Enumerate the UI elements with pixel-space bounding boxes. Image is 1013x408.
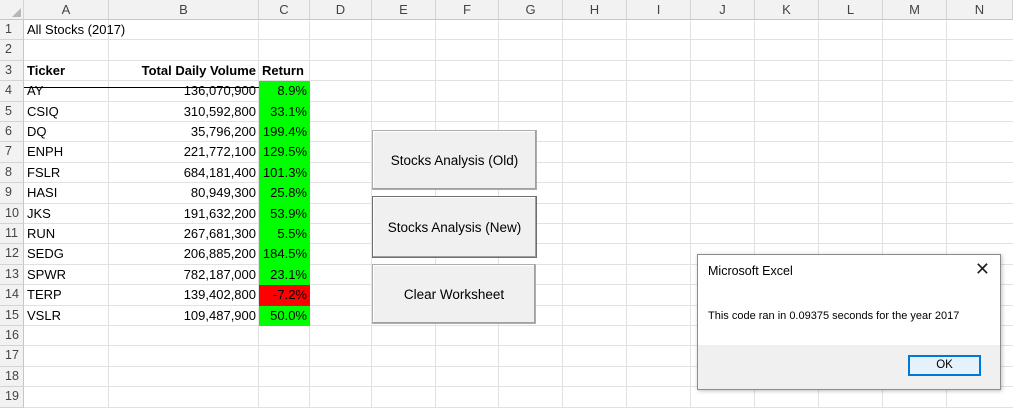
gridline-v (562, 20, 563, 408)
row-header-12[interactable]: 12 (0, 244, 24, 265)
cell-volume[interactable]: 221,772,100 (109, 142, 259, 162)
cell-ticker[interactable]: AY (24, 81, 109, 101)
row-header-17[interactable]: 17 (0, 346, 24, 367)
dialog-message: This code ran in 0.09375 seconds for the… (708, 310, 960, 322)
cell-volume[interactable]: 35,796,200 (109, 122, 259, 142)
cell-volume[interactable]: 136,070,900 (109, 81, 259, 101)
close-icon[interactable]: ✕ (975, 259, 990, 281)
cell-volume[interactable]: 684,181,400 (109, 163, 259, 183)
cell-return[interactable]: 184.5% (259, 244, 310, 265)
cell-return[interactable]: 50.0% (259, 305, 310, 326)
column-header-l[interactable]: L (819, 0, 883, 20)
cell-ticker[interactable]: CSIQ (24, 102, 109, 122)
stocks-analysis-new-button[interactable]: Stocks Analysis (New) (372, 196, 537, 258)
column-header-n[interactable]: N (947, 0, 1013, 20)
row-header-1[interactable]: 1 (0, 20, 24, 41)
cell-ticker[interactable]: ENPH (24, 142, 109, 162)
stocks-analysis-old-label: Stocks Analysis (Old) (390, 153, 519, 168)
cell-volume[interactable]: 782,187,000 (109, 265, 259, 285)
column-header-b[interactable]: B (109, 0, 259, 20)
gridline-v (626, 20, 627, 408)
cell-ticker[interactable]: SEDG (24, 244, 109, 264)
column-header-a[interactable]: A (24, 0, 109, 20)
cell-header-volume[interactable]: Total Daily Volume (99, 61, 259, 81)
cell-return[interactable]: 23.1% (259, 264, 310, 286)
column-header-d[interactable]: D (310, 0, 372, 20)
gridline-v (690, 20, 691, 408)
cell-ticker[interactable]: SPWR (24, 265, 109, 285)
cell-volume[interactable]: 139,402,800 (109, 285, 259, 305)
row-header-18[interactable]: 18 (0, 366, 24, 388)
row-header-11[interactable]: 11 (0, 224, 24, 245)
cell-return[interactable]: 25.8% (259, 183, 310, 204)
cell-header-ticker[interactable]: Ticker (24, 61, 109, 81)
ok-button[interactable]: OK (908, 355, 981, 376)
clear-worksheet-button[interactable]: Clear Worksheet (372, 264, 536, 324)
cell-ticker[interactable]: DQ (24, 122, 109, 142)
cell-return[interactable]: 129.5% (259, 142, 310, 163)
cell-volume[interactable]: 191,632,200 (109, 204, 259, 224)
row-header-6[interactable]: 6 (0, 122, 24, 143)
cell-return[interactable]: 5.5% (259, 224, 310, 245)
row-header-5[interactable]: 5 (0, 101, 24, 122)
row-header-8[interactable]: 8 (0, 162, 24, 184)
dialog-footer: OK (698, 345, 1000, 389)
cell-volume[interactable]: 267,681,300 (109, 224, 259, 244)
column-header-c[interactable]: C (259, 0, 310, 20)
cell-volume[interactable]: 206,885,200 (109, 244, 259, 264)
cell-volume[interactable]: 80,949,300 (109, 183, 259, 203)
cell-header-return[interactable]: Return (259, 61, 310, 81)
column-header-i[interactable]: I (627, 0, 691, 20)
cell-volume[interactable]: 310,592,800 (109, 102, 259, 122)
column-header-h[interactable]: H (563, 0, 627, 20)
row-header-14[interactable]: 14 (0, 285, 24, 306)
column-header-k[interactable]: K (755, 0, 819, 20)
cell-return[interactable]: -7.2% (259, 285, 310, 306)
column-header-m[interactable]: M (883, 0, 947, 20)
row-header-16[interactable]: 16 (0, 326, 24, 347)
cell-ticker[interactable]: VSLR (24, 306, 109, 326)
message-box-dialog: Microsoft Excel ✕ This code ran in 0.093… (697, 254, 1001, 390)
stocks-analysis-old-button[interactable]: Stocks Analysis (Old) (372, 130, 537, 190)
cell-return[interactable]: 199.4% (259, 122, 310, 143)
clear-worksheet-label: Clear Worksheet (403, 287, 505, 302)
cell-return[interactable]: 33.1% (259, 101, 310, 122)
column-header-f[interactable]: F (436, 0, 499, 20)
row-header-15[interactable]: 15 (0, 305, 24, 326)
row-header-10[interactable]: 10 (0, 203, 24, 224)
row-header-13[interactable]: 13 (0, 264, 24, 286)
row-header-3[interactable]: 3 (0, 60, 24, 82)
cell-a1-title[interactable]: All Stocks (2017) (24, 20, 224, 40)
row-header-4[interactable]: 4 (0, 81, 24, 102)
gridline-h (24, 406, 1013, 408)
select-all-corner[interactable] (0, 0, 24, 20)
cell-ticker[interactable]: RUN (24, 224, 109, 244)
column-header-j[interactable]: J (691, 0, 755, 20)
cell-ticker[interactable]: JKS (24, 204, 109, 224)
column-header-g[interactable]: G (499, 0, 563, 20)
cell-ticker[interactable]: HASI (24, 183, 109, 203)
row-header-2[interactable]: 2 (0, 40, 24, 61)
cell-return[interactable]: 101.3% (259, 162, 310, 184)
cell-volume[interactable]: 109,487,900 (109, 306, 259, 326)
row-header-19[interactable]: 19 (0, 387, 24, 408)
stocks-analysis-new-label: Stocks Analysis (New) (387, 220, 522, 235)
cell-ticker[interactable]: TERP (24, 285, 109, 305)
cell-ticker[interactable]: FSLR (24, 163, 109, 183)
cell-return[interactable]: 53.9% (259, 203, 310, 224)
cell-return[interactable]: 8.9% (259, 81, 310, 102)
header-bottom-border (24, 87, 259, 88)
column-header-e[interactable]: E (372, 0, 436, 20)
row-header-7[interactable]: 7 (0, 142, 24, 163)
row-header-9[interactable]: 9 (0, 183, 24, 204)
dialog-title: Microsoft Excel (708, 264, 793, 278)
